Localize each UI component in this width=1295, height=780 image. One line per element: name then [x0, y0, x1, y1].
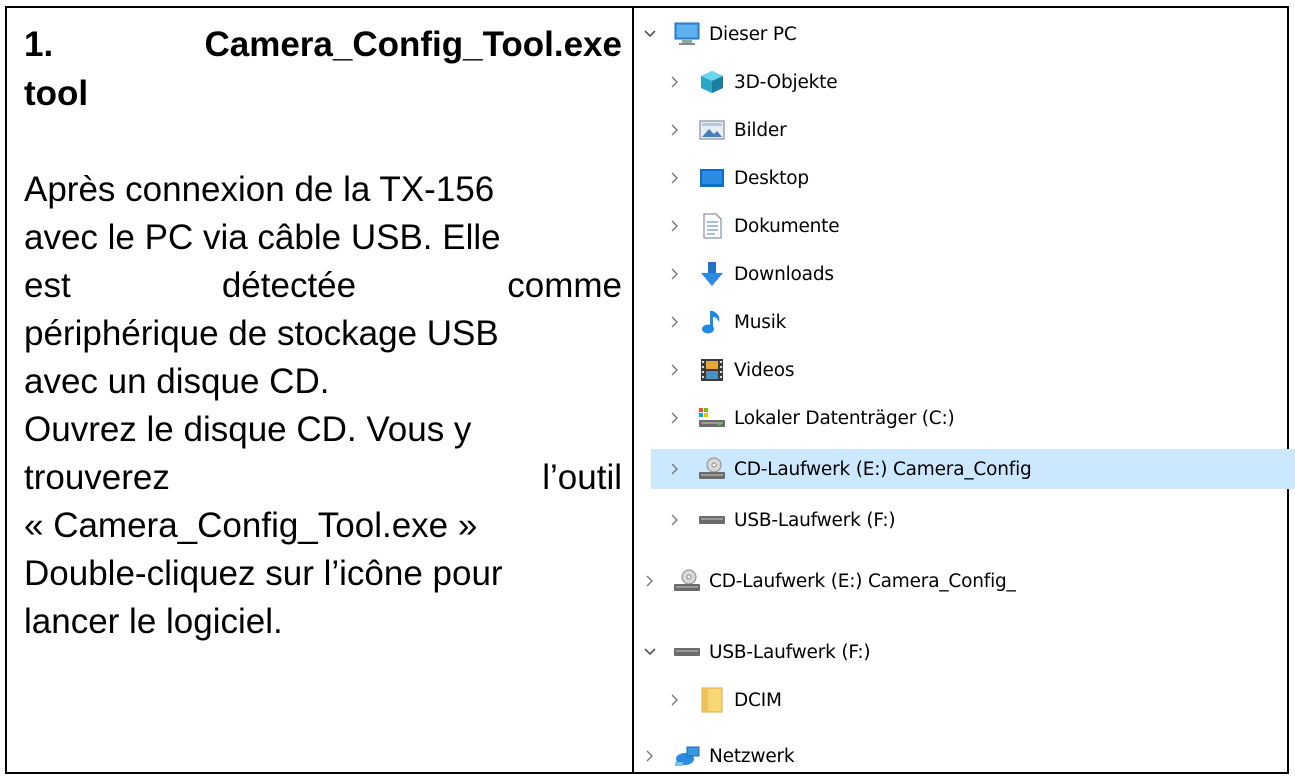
- tree-node-label: CD-Laufwerk (E:) Camera_Config: [734, 458, 1032, 480]
- 3d-objects-icon: [698, 68, 726, 96]
- document-table: 1. Camera_Config_Tool.exe tool Après con…: [5, 6, 1295, 774]
- chevron-right-icon[interactable]: [664, 71, 686, 93]
- chevron-right-icon[interactable]: [664, 407, 686, 429]
- usb-drive-icon: [673, 638, 701, 666]
- tree-node-desktop[interactable]: Desktop: [664, 158, 809, 198]
- text-line: trouverez l’outil: [24, 454, 622, 502]
- videos-icon: [698, 356, 726, 384]
- chevron-right-icon[interactable]: [664, 359, 686, 381]
- tree-node-label: 3D-Objekte: [734, 71, 838, 93]
- text-line: « Camera_Config_Tool.exe »: [24, 506, 478, 545]
- tree-node-label: USB-Laufwerk (F:): [734, 509, 896, 531]
- heading-suffix: tool: [24, 74, 89, 113]
- tree-node-cd-drive-selected[interactable]: CD-Laufwerk (E:) Camera_Config: [651, 449, 1295, 489]
- heading-tool-name: Camera_Config_Tool.exe: [204, 25, 622, 64]
- this-pc-icon: [673, 20, 701, 48]
- chevron-right-icon[interactable]: [664, 311, 686, 333]
- tree-node-downloads[interactable]: Downloads: [664, 254, 834, 294]
- text-line-content: Ouvrez le disque CD. Vous y: [24, 410, 472, 449]
- folder-icon: [698, 686, 726, 714]
- text-line: périphérique de stockage USB: [24, 310, 622, 358]
- chevron-right-icon[interactable]: [639, 745, 661, 767]
- section-heading: 1. Camera_Config_Tool.exe tool: [24, 20, 622, 118]
- chevron-right-icon[interactable]: [664, 167, 686, 189]
- text-line: Ouvrez le disque CD. Vous y: [24, 406, 622, 454]
- chevron-right-icon[interactable]: [664, 119, 686, 141]
- pictures-icon: [698, 116, 726, 144]
- downloads-icon: [698, 260, 726, 288]
- tree-node-usb-drive-root[interactable]: USB-Laufwerk (F:): [639, 632, 871, 672]
- tree-node-label: Videos: [734, 359, 795, 381]
- tree-node-this-pc[interactable]: Dieser PC: [639, 14, 797, 54]
- text-word: l’outil: [542, 458, 622, 497]
- chevron-right-icon[interactable]: [664, 689, 686, 711]
- tree-node-label: DCIM: [734, 689, 782, 711]
- instruction-cell: 1. Camera_Config_Tool.exe tool Après con…: [7, 8, 634, 772]
- cd-drive-icon: [698, 455, 726, 483]
- text-line-content: périphérique de stockage USB: [24, 314, 499, 353]
- network-icon: [673, 742, 701, 770]
- tree-node-label: Downloads: [734, 263, 834, 285]
- tree-node-videos[interactable]: Videos: [664, 350, 794, 390]
- text-word: comme: [507, 266, 622, 305]
- explorer-nav-tree: Dieser PC 3D-Objekte Bilder Desktop Doku…: [634, 8, 1295, 772]
- tree-node-network[interactable]: Netzwerk: [639, 736, 795, 776]
- tree-node-label: Desktop: [734, 167, 809, 189]
- tree-node-label: Lokaler Datenträger (C:): [734, 407, 955, 429]
- tree-node-label: USB-Laufwerk (F:): [709, 641, 871, 663]
- tree-node-label: Netzwerk: [709, 745, 795, 767]
- chevron-right-icon[interactable]: [664, 215, 686, 237]
- text-line: est détectée comme: [24, 262, 622, 310]
- chevron-down-icon[interactable]: [639, 23, 661, 45]
- tree-node-local-disk[interactable]: Lokaler Datenträger (C:): [664, 398, 955, 438]
- tree-node-pictures[interactable]: Bilder: [664, 110, 787, 150]
- tree-node-label: CD-Laufwerk (E:) Camera_Config_: [709, 570, 1016, 592]
- chevron-right-icon[interactable]: [664, 263, 686, 285]
- chevron-right-icon[interactable]: [664, 509, 686, 531]
- text-line-content: avec le PC via câble USB. Elle: [24, 218, 501, 257]
- text-line: lancer le logiciel.: [24, 602, 283, 641]
- text-word: détectée: [221, 266, 357, 305]
- local-disk-icon: [698, 404, 726, 432]
- tree-node-cd-drive-root[interactable]: CD-Laufwerk (E:) Camera_Config_: [639, 561, 1016, 601]
- tree-node-label: Dokumente: [734, 215, 840, 237]
- heading-number: 1.: [24, 25, 54, 64]
- tree-node-label: Bilder: [734, 119, 787, 141]
- tree-node-label: Dieser PC: [709, 23, 797, 45]
- music-icon: [698, 308, 726, 336]
- tree-node-usb-drive[interactable]: USB-Laufwerk (F:): [664, 500, 896, 540]
- usb-drive-icon: [698, 506, 726, 534]
- documents-icon: [698, 212, 726, 240]
- text-line-content: Après connexion de la TX-156: [24, 170, 495, 209]
- chevron-right-icon[interactable]: [664, 458, 686, 480]
- tree-node-documents[interactable]: Dokumente: [664, 206, 840, 246]
- chevron-right-icon[interactable]: [639, 570, 661, 592]
- text-line: avec un disque CD.: [24, 362, 330, 401]
- text-line: Après connexion de la TX-156: [24, 166, 622, 214]
- chevron-down-icon[interactable]: [639, 641, 661, 663]
- text-line: avec le PC via câble USB. Elle: [24, 214, 622, 262]
- desktop-icon: [698, 164, 726, 192]
- text-word: est: [24, 266, 71, 305]
- tree-node-music[interactable]: Musik: [664, 302, 786, 342]
- text-line-content: Double-cliquez sur l’icône pour: [24, 554, 503, 593]
- instruction-text: Après connexion de la TX-156 avec le PC …: [24, 166, 622, 646]
- tree-node-dcim[interactable]: DCIM: [664, 680, 782, 720]
- cd-drive-icon: [673, 567, 701, 595]
- text-word: trouverez: [24, 458, 170, 497]
- tree-node-label: Musik: [734, 311, 787, 333]
- text-line: Double-cliquez sur l’icône pour: [24, 550, 622, 598]
- tree-node-3d-objects[interactable]: 3D-Objekte: [664, 62, 838, 102]
